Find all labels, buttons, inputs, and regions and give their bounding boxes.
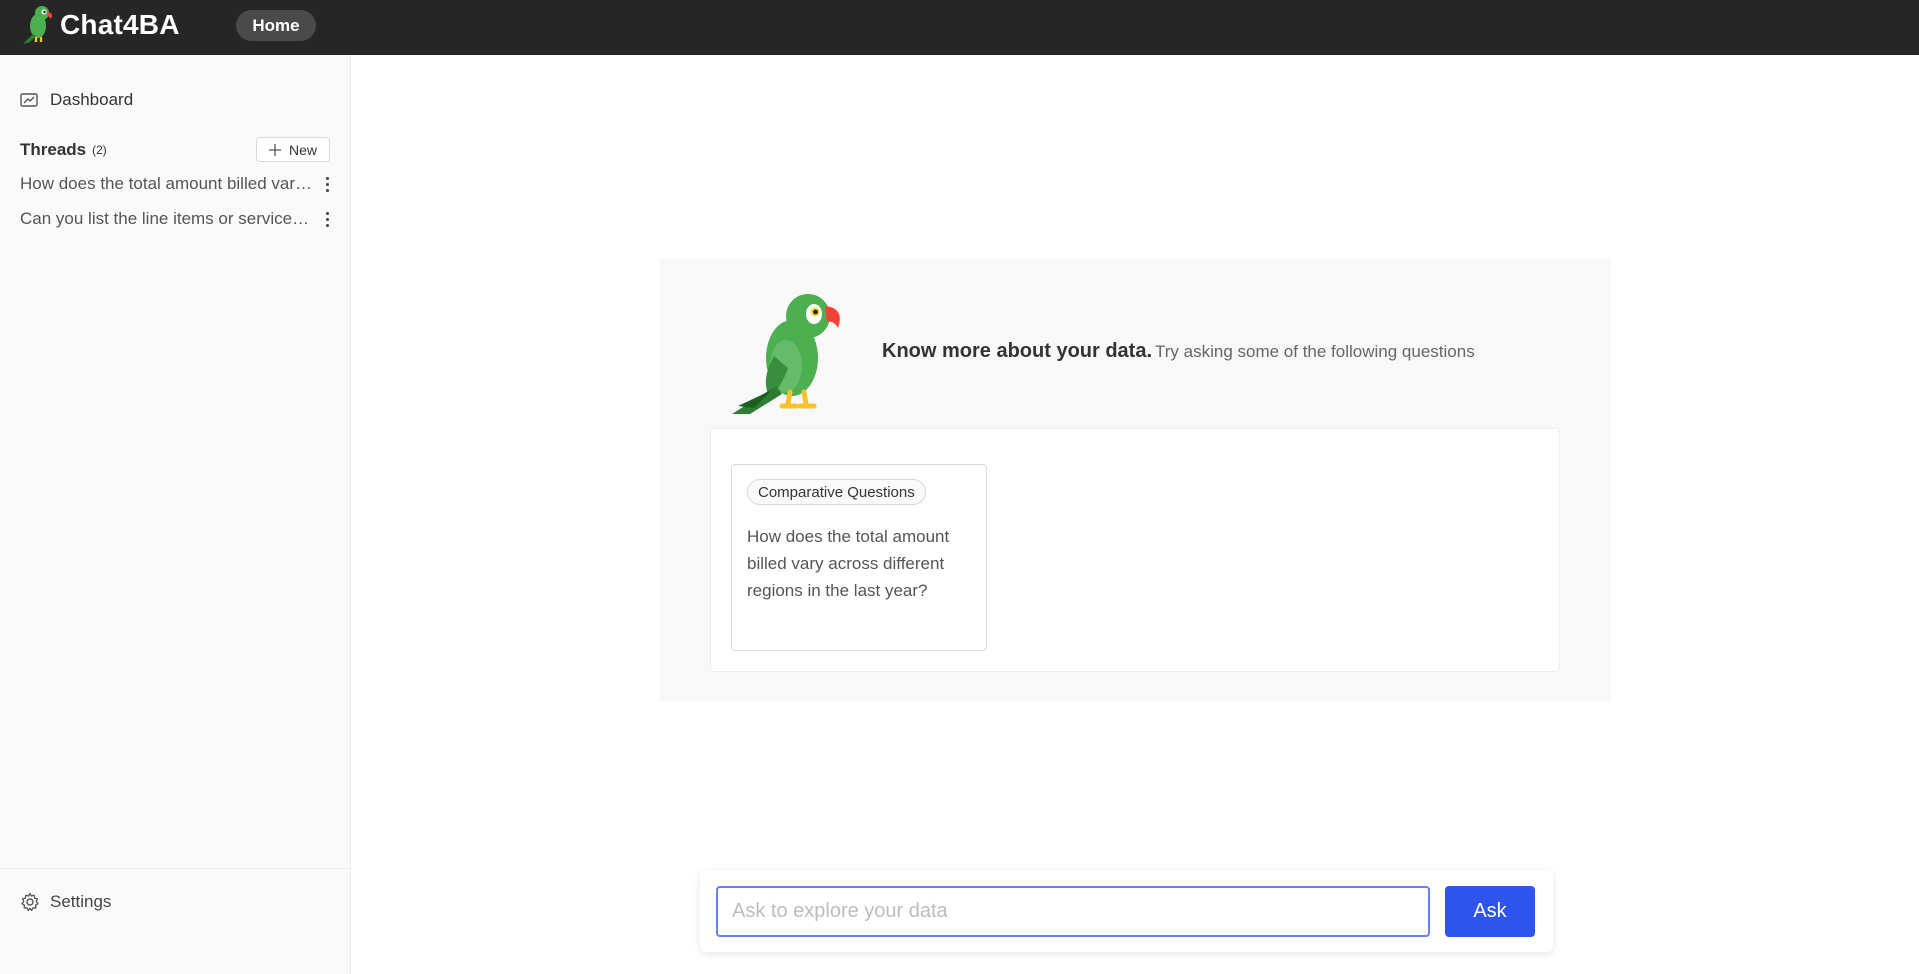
new-thread-label: New: [288, 141, 317, 158]
brand-logo-link[interactable]: Chat4BA: [20, 4, 180, 46]
dashboard-icon: [20, 93, 38, 107]
question-text: How does the total amount billed vary ac…: [747, 527, 950, 600]
thread-title: Can you list the line items or services …: [20, 209, 312, 228]
sidebar-item-dashboard[interactable]: Dashboard: [20, 83, 133, 117]
welcome-subtitle: Try asking some of the following questio…: [1155, 342, 1475, 361]
new-thread-button[interactable]: New: [256, 137, 330, 162]
thread-item[interactable]: How does the total amount billed vary ac…: [20, 169, 335, 199]
settings-label: Settings: [50, 892, 112, 911]
sidebar-footer: Settings: [0, 868, 350, 974]
question-card[interactable]: Comparative Questions How does the total…: [731, 464, 987, 651]
suggested-questions-area: Comparative Questions How does the total…: [710, 428, 1560, 672]
welcome-panel: Know more about your data. Try asking so…: [660, 258, 1611, 702]
question-category-tag: Comparative Questions: [747, 479, 926, 505]
plus-icon: [268, 143, 281, 156]
threads-header: Threads (2) New: [20, 135, 330, 165]
thread-item[interactable]: Can you list the line items or services …: [20, 204, 335, 234]
ask-button[interactable]: Ask: [1445, 886, 1535, 937]
threads-count: (2): [92, 143, 107, 157]
parrot-illustration-icon: [732, 294, 840, 414]
threads-title: Threads: [20, 140, 87, 159]
ask-input[interactable]: [716, 886, 1430, 937]
app-name: Chat4BA: [60, 9, 180, 40]
welcome-title: Know more about your data.: [882, 340, 1153, 362]
dashboard-label: Dashboard: [50, 90, 134, 109]
more-vertical-icon[interactable]: [319, 172, 335, 196]
thread-title: How does the total amount billed vary ac…: [20, 174, 312, 193]
gear-icon: [21, 892, 39, 912]
settings-button[interactable]: Settings: [20, 885, 111, 919]
home-button[interactable]: Home: [236, 10, 316, 41]
sidebar: Dashboard Threads (2) New How does the t…: [0, 55, 351, 974]
top-navigation-bar: Chat4BA Home: [0, 0, 1919, 55]
more-vertical-icon[interactable]: [319, 207, 335, 231]
ask-bar: Ask: [700, 870, 1553, 952]
parrot-logo-icon: [23, 6, 52, 44]
